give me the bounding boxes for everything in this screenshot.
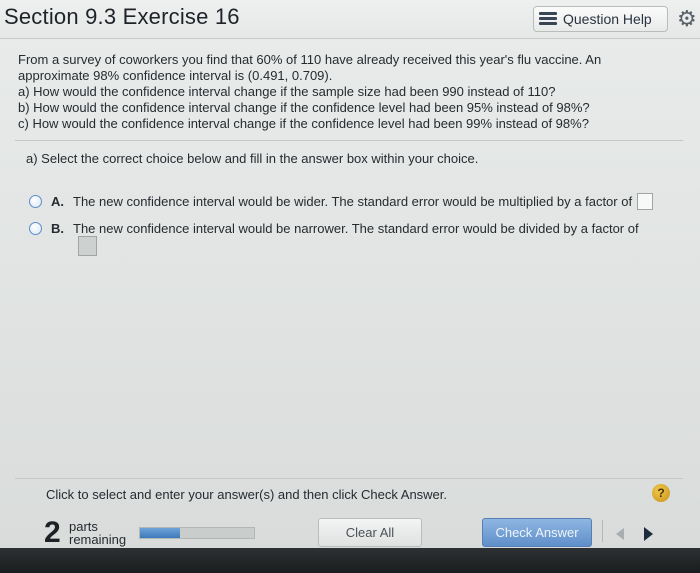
progress-bar bbox=[139, 527, 255, 539]
header-bar: Section 9.3 Exercise 16 Question Help ⚙ bbox=[0, 0, 700, 39]
answer-box-b[interactable] bbox=[78, 236, 97, 256]
choice-letter: A. bbox=[51, 194, 64, 209]
parts-remaining-label: parts remaining bbox=[69, 520, 126, 546]
question-line: c) How would the confidence interval cha… bbox=[18, 116, 589, 131]
choice-a[interactable]: A. The new confidence interval would be … bbox=[29, 193, 654, 210]
page-title: Section 9.3 Exercise 16 bbox=[4, 4, 240, 29]
question-help-button[interactable]: Question Help bbox=[533, 6, 668, 32]
choice-b[interactable]: B. The new confidence interval would be … bbox=[29, 221, 639, 236]
help-badge-icon[interactable]: ? bbox=[652, 484, 670, 502]
parts-count: 2 bbox=[44, 516, 61, 549]
choice-letter: B. bbox=[51, 221, 64, 236]
screen-bezel bbox=[0, 548, 700, 573]
instruction-message: Click to select and enter your answer(s)… bbox=[46, 487, 448, 502]
remaining-word: remaining bbox=[69, 532, 127, 547]
divider bbox=[15, 140, 683, 141]
nav-separator bbox=[602, 520, 603, 542]
question-line: a) How would the confidence interval cha… bbox=[18, 84, 556, 99]
choice-text: The new confidence interval would be nar… bbox=[73, 221, 639, 236]
radio-button-b[interactable] bbox=[29, 222, 42, 235]
question-line: b) How would the confidence interval cha… bbox=[18, 100, 590, 115]
clear-all-button[interactable]: Clear All bbox=[318, 518, 422, 547]
answer-box-a[interactable] bbox=[637, 193, 654, 210]
question-help-label: Question Help bbox=[563, 11, 652, 27]
previous-arrow-icon[interactable] bbox=[616, 528, 624, 540]
app-window: Section 9.3 Exercise 16 Question Help ⚙ … bbox=[0, 0, 700, 549]
question-line: approximate 98% confidence interval is (… bbox=[18, 68, 333, 83]
list-icon bbox=[539, 12, 557, 26]
question-text: From a survey of coworkers you find that… bbox=[18, 52, 658, 132]
next-arrow-icon[interactable] bbox=[644, 527, 653, 541]
radio-button-a[interactable] bbox=[29, 195, 42, 208]
divider bbox=[15, 478, 683, 479]
instruction-text: a) Select the correct choice below and f… bbox=[26, 151, 479, 166]
gear-icon[interactable]: ⚙ bbox=[677, 8, 699, 30]
progress-fill bbox=[140, 528, 180, 538]
check-answer-button[interactable]: Check Answer bbox=[482, 518, 592, 547]
choice-text: The new confidence interval would be wid… bbox=[73, 194, 633, 209]
question-line: From a survey of coworkers you find that… bbox=[18, 52, 602, 67]
